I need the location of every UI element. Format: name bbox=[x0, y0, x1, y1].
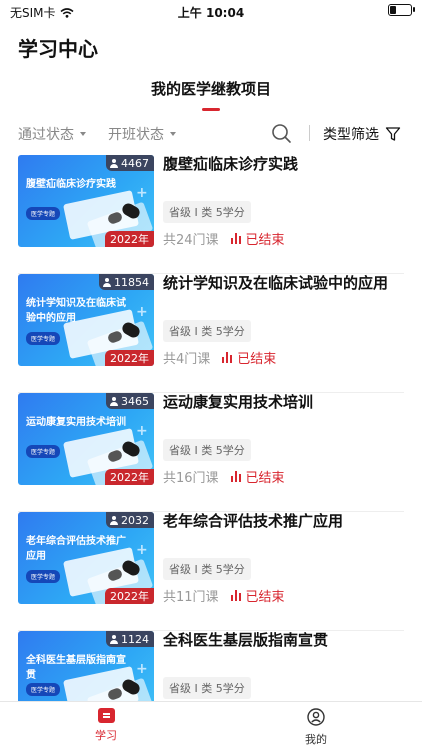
book-icon bbox=[97, 708, 115, 723]
list-item[interactable]: + 统计学知识及在临床试验中的应用 医学专题 11854 2022年 统计学知识… bbox=[18, 274, 404, 393]
tab-my-projects[interactable]: 我的医学继教项目 bbox=[151, 78, 271, 99]
caret-down-icon bbox=[170, 132, 176, 136]
item-title: 老年综合评估技术推广应用 bbox=[163, 512, 344, 530]
nav-mine[interactable]: 我的 bbox=[276, 708, 356, 747]
pass-status-filter[interactable]: 通过状态 bbox=[18, 124, 86, 144]
learner-count-badge: 11854 bbox=[99, 274, 154, 290]
person-icon bbox=[110, 158, 118, 168]
status-right bbox=[388, 4, 415, 19]
credit-tag: 省级 Ⅰ 类 5学分 bbox=[163, 201, 251, 223]
battery-level bbox=[390, 6, 396, 14]
status-label: 已结束 bbox=[245, 233, 285, 248]
cover-tag: 医学专题 bbox=[26, 332, 61, 345]
bar-chart-icon bbox=[230, 471, 241, 482]
learner-count: 11854 bbox=[114, 275, 149, 289]
project-list: + 腹壁疝临床诊疗实践 医学专题 4467 2022年 腹壁疝临床诊疗实践 省级… bbox=[0, 155, 422, 750]
item-title: 腹壁疝临床诊疗实践 bbox=[163, 155, 299, 173]
nav-study-label: 学习 bbox=[95, 729, 117, 742]
person-icon bbox=[103, 277, 111, 287]
year-badge: 2022年 bbox=[105, 231, 154, 247]
cover-title: 运动康复实用技术培训 bbox=[26, 417, 126, 428]
status-label: 已结束 bbox=[245, 471, 285, 486]
course-row: 共4门课 已结束 bbox=[163, 348, 276, 367]
type-filter-label: 类型筛选 bbox=[323, 127, 379, 143]
course-row: 共16门课 已结束 bbox=[163, 467, 285, 486]
course-count: 共4门课 bbox=[163, 352, 211, 367]
course-count: 共16门课 bbox=[163, 471, 219, 486]
cover-tag: 医学专题 bbox=[26, 207, 61, 220]
person-icon bbox=[110, 396, 118, 406]
list-item[interactable]: + 老年综合评估技术推广应用 医学专题 2032 2022年 老年综合评估技术推… bbox=[18, 512, 404, 631]
tab-active-indicator bbox=[202, 108, 220, 111]
learner-count-badge: 4467 bbox=[106, 155, 154, 171]
bar-chart-icon bbox=[230, 590, 241, 601]
learner-count-badge: 2032 bbox=[106, 512, 154, 528]
cover-tag: 医学专题 bbox=[26, 683, 61, 696]
item-title: 运动康复实用技术培训 bbox=[163, 393, 314, 411]
status-ended: 已结束 bbox=[230, 586, 285, 605]
person-icon bbox=[110, 634, 118, 644]
course-count: 共11门课 bbox=[163, 590, 219, 605]
tab-bar: 我的医学继教项目 bbox=[0, 78, 422, 111]
learner-count-badge: 3465 bbox=[106, 393, 154, 409]
battery-icon bbox=[388, 4, 415, 16]
page-title: 学习中心 bbox=[18, 37, 98, 61]
credit-tag: 省级 Ⅰ 类 5学分 bbox=[163, 320, 251, 342]
learner-count: 2032 bbox=[121, 513, 149, 527]
year-badge: 2022年 bbox=[105, 469, 154, 485]
user-icon bbox=[307, 708, 325, 726]
year-badge: 2022年 bbox=[105, 588, 154, 604]
bar-chart-icon bbox=[230, 233, 241, 244]
cover-image: + 老年综合评估技术推广应用 医学专题 2032 2022年 bbox=[18, 512, 154, 604]
cover-title: 腹壁疝临床诊疗实践 bbox=[26, 179, 116, 190]
cover-title: 全科医生基层版指南宣贯 bbox=[26, 655, 126, 681]
nav-mine-label: 我的 bbox=[305, 733, 327, 746]
class-status-filter[interactable]: 开班状态 bbox=[108, 124, 176, 144]
course-row: 共11门课 已结束 bbox=[163, 586, 285, 605]
nav-study[interactable]: 学习 bbox=[66, 708, 146, 743]
class-status-label: 开班状态 bbox=[108, 127, 164, 143]
cover-image: + 统计学知识及在临床试验中的应用 医学专题 11854 2022年 bbox=[18, 274, 154, 366]
cover-title: 老年综合评估技术推广应用 bbox=[26, 536, 126, 562]
bottom-nav: 学习 我的 bbox=[0, 701, 422, 750]
status-label: 已结束 bbox=[245, 590, 285, 605]
cover-tag: 医学专题 bbox=[26, 570, 61, 583]
filter-bar: 通过状态 开班状态 类型筛选 bbox=[0, 120, 422, 148]
pass-status-label: 通过状态 bbox=[18, 127, 74, 143]
status-time: 上午 10:04 bbox=[177, 6, 245, 20]
status-ended: 已结束 bbox=[230, 229, 285, 248]
learner-count: 3465 bbox=[121, 394, 149, 408]
status-bar: 无SIM卡 上午 10:04 bbox=[0, 0, 422, 22]
item-title: 统计学知识及在临床试验中的应用 bbox=[163, 274, 389, 292]
list-item[interactable]: + 运动康复实用技术培训 医学专题 3465 2022年 运动康复实用技术培训 … bbox=[18, 393, 404, 512]
divider bbox=[309, 125, 310, 141]
funnel-icon bbox=[385, 127, 401, 141]
course-row: 共24门课 已结束 bbox=[163, 229, 285, 248]
learner-count-badge: 1124 bbox=[106, 631, 154, 647]
item-title: 全科医生基层版指南宣贯 bbox=[163, 631, 329, 649]
cover-tag: 医学专题 bbox=[26, 445, 61, 458]
learner-count: 4467 bbox=[121, 156, 149, 170]
learner-count: 1124 bbox=[121, 632, 149, 646]
cover-image: + 运动康复实用技术培训 医学专题 3465 2022年 bbox=[18, 393, 154, 485]
bar-chart-icon bbox=[222, 352, 233, 363]
search-icon[interactable] bbox=[270, 122, 292, 144]
status-ended: 已结束 bbox=[222, 348, 276, 367]
year-badge: 2022年 bbox=[105, 350, 154, 366]
list-item[interactable]: + 腹壁疝临床诊疗实践 医学专题 4467 2022年 腹壁疝临床诊疗实践 省级… bbox=[18, 155, 404, 274]
type-filter[interactable]: 类型筛选 bbox=[323, 124, 401, 144]
credit-tag: 省级 Ⅰ 类 5学分 bbox=[163, 677, 251, 699]
cover-image: + 腹壁疝临床诊疗实践 医学专题 4467 2022年 bbox=[18, 155, 154, 247]
status-ended: 已结束 bbox=[230, 467, 285, 486]
course-count: 共24门课 bbox=[163, 233, 219, 248]
caret-down-icon bbox=[80, 132, 86, 136]
cover-title: 统计学知识及在临床试验中的应用 bbox=[26, 298, 126, 324]
credit-tag: 省级 Ⅰ 类 5学分 bbox=[163, 439, 251, 461]
credit-tag: 省级 Ⅰ 类 5学分 bbox=[163, 558, 251, 580]
status-label: 已结束 bbox=[237, 352, 277, 367]
person-icon bbox=[110, 515, 118, 525]
